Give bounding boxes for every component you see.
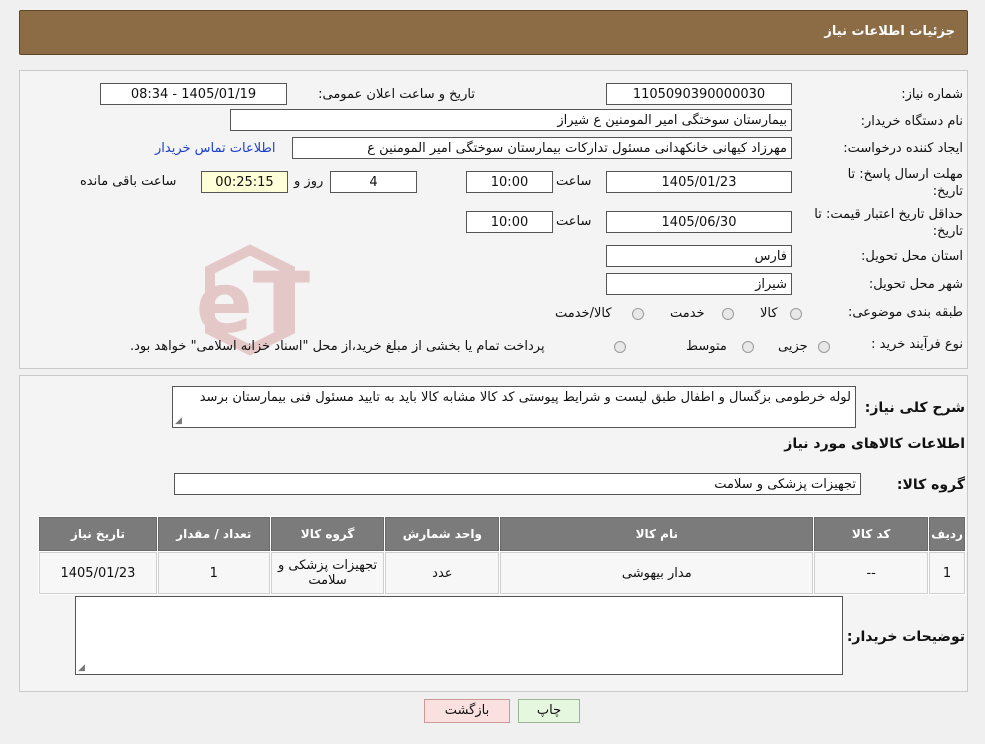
cell-unit: عدد (385, 552, 500, 594)
validity-date-field: 1405/06/30 (606, 211, 792, 233)
category-option-goods: کالا (760, 306, 778, 321)
watermark-text: AriaTender.neT (190, 254, 310, 352)
col-need-date: تاریخ نیاز (39, 517, 157, 551)
resize-grip-icon[interactable]: ◢ (78, 663, 85, 673)
process-radio-treasury[interactable] (614, 341, 626, 353)
province-label: استان محل تحویل: (861, 249, 963, 264)
category-radio-service[interactable] (722, 308, 734, 320)
validity-time-field: 10:00 (466, 211, 553, 233)
goods-table-header: ردیف کد کالا نام کالا واحد شمارش گروه کا… (39, 517, 965, 551)
days-label: روز و (294, 174, 324, 189)
creator-label: ایجاد کننده درخواست: (843, 141, 963, 156)
description-field: لوله خرطومی بزگسال و اطفال طبق لیست و شر… (172, 386, 856, 428)
process-option-medium: متوسط (686, 339, 727, 354)
buyer-notes-field[interactable]: ◢ (75, 596, 843, 675)
buyer-contact-link[interactable]: اطلاعات تماس خریدار (155, 141, 275, 156)
cell-need-date: 1405/01/23 (39, 552, 157, 594)
category-option-goods-service: کالا/خدمت (555, 306, 612, 321)
process-radio-medium[interactable] (742, 341, 754, 353)
cell-item-code: -- (814, 552, 929, 594)
creator-field: مهرزاد کیهانی خانکهدانی مسئول تدارکات بی… (292, 137, 792, 159)
buyer-field: بیمارستان سوختگی امیر المومنین ع شیراز (230, 109, 792, 131)
process-label: نوع فرآیند خرید : (871, 337, 963, 352)
validity-label-line1: حداقل تاریخ اعتبار قیمت: تا (814, 207, 963, 222)
city-field: شیراز (606, 273, 792, 295)
cell-row-number: 1 (929, 552, 965, 594)
goods-group-field: تجهیزات پزشکی و سلامت (174, 473, 861, 495)
col-quantity: تعداد / مقدار (157, 517, 270, 551)
category-radio-goods-service[interactable] (632, 308, 644, 320)
cell-item-name: مدار بیهوشی (500, 552, 814, 594)
col-row-number: ردیف (929, 517, 965, 551)
col-unit: واحد شمارش (385, 517, 500, 551)
announce-field: 1405/01/19 - 08:34 (100, 83, 287, 105)
description-text: لوله خرطومی بزگسال و اطفال طبق لیست و شر… (199, 390, 851, 405)
deadline-date-field: 1405/01/23 (606, 171, 792, 193)
province-field: فارس (606, 245, 792, 267)
category-label: طبقه بندی موضوعی: (847, 305, 963, 320)
deadline-label-line1: مهلت ارسال پاسخ: تا (847, 167, 963, 182)
table-row: 1 -- مدار بیهوشی عدد تجهیزات پزشکی و سلا… (39, 552, 965, 594)
deadline-time-field: 10:00 (466, 171, 553, 193)
col-item-name: نام کالا (500, 517, 814, 551)
need-number-label: شماره نیاز: (901, 87, 963, 102)
back-button[interactable]: بازگشت (424, 699, 510, 723)
goods-group-label: گروه کالا: (896, 477, 965, 493)
remaining-time-field: 00:25:15 (201, 171, 288, 193)
print-button[interactable]: چاپ (518, 699, 580, 723)
deadline-label-line2: تاریخ: (932, 184, 963, 199)
goods-section-title: اطلاعات کالاهای مورد نیاز (784, 436, 965, 452)
category-option-service: خدمت (670, 306, 705, 321)
buyer-label: نام دستگاه خریدار: (860, 114, 963, 129)
goods-table: ردیف کد کالا نام کالا واحد شمارش گروه کا… (38, 516, 966, 595)
announce-label: تاریخ و ساعت اعلان عمومی: (318, 87, 475, 102)
validity-time-label: ساعت (556, 214, 592, 229)
cell-item-group: تجهیزات پزشکی و سلامت (270, 552, 385, 594)
buyer-notes-label: توضیحات خریدار: (846, 629, 965, 645)
city-label: شهر محل تحویل: (868, 277, 963, 292)
deadline-time-label: ساعت (556, 174, 592, 189)
col-item-group: گروه کالا (270, 517, 385, 551)
col-item-code: کد کالا (814, 517, 929, 551)
category-radio-goods[interactable] (790, 308, 802, 320)
remaining-label: ساعت باقی مانده (80, 174, 177, 189)
process-radio-minor[interactable] (818, 341, 830, 353)
cell-quantity: 1 (157, 552, 270, 594)
resize-grip-icon[interactable]: ◢ (175, 416, 182, 426)
description-label: شرح کلی نیاز: (864, 400, 965, 416)
page-title: جزئیات اطلاعات نیاز (824, 24, 955, 39)
days-field: 4 (330, 171, 417, 193)
process-option-minor: جزیی (778, 339, 808, 354)
page-header: جزئیات اطلاعات نیاز (19, 10, 968, 55)
process-note: پرداخت تمام یا بخشی از مبلغ خرید،از محل … (130, 339, 545, 354)
need-number-field: 1105090390000030 (606, 83, 792, 105)
validity-label-line2: تاریخ: (932, 224, 963, 239)
